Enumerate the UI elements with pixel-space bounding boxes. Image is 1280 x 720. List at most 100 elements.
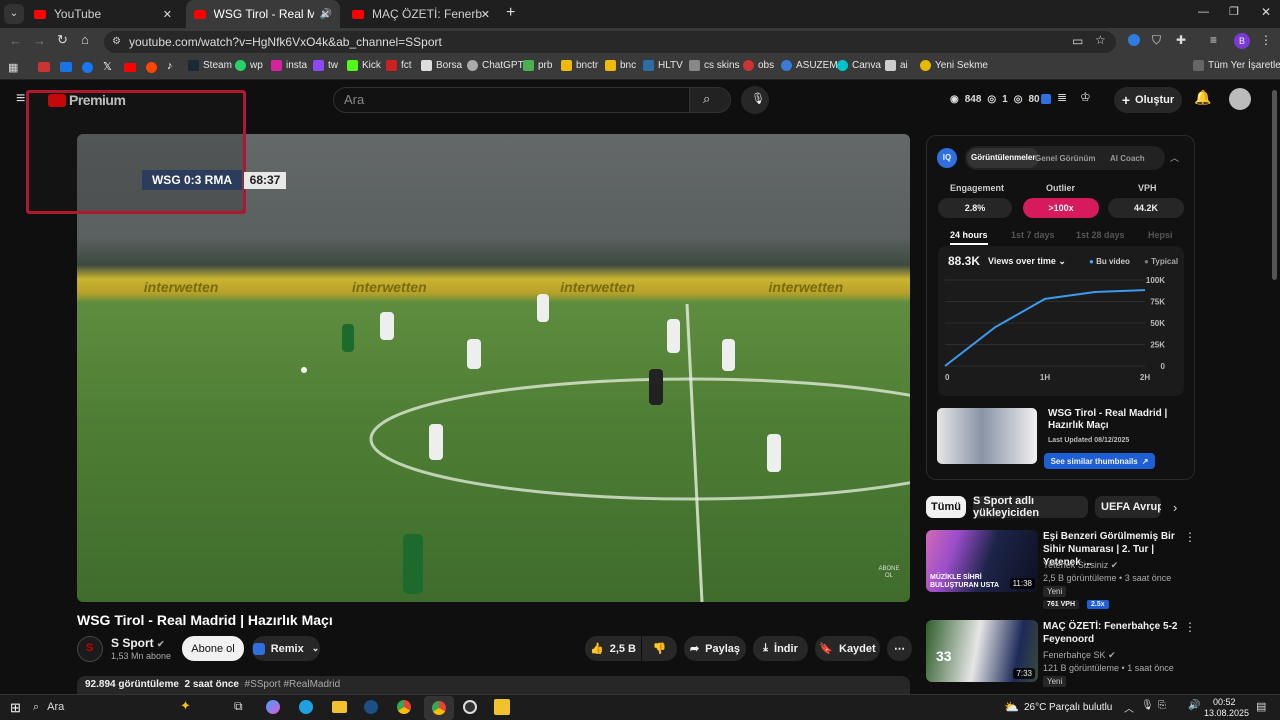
youtube-icon[interactable]: [124, 63, 136, 72]
app-icon[interactable]: [494, 699, 510, 715]
similar-video-title[interactable]: WSG Tirol - Real Madrid | Hazırlık Maçı: [1048, 408, 1183, 432]
steam-icon[interactable]: [364, 700, 378, 714]
vidiq-icon[interactable]: [1041, 94, 1051, 104]
hamburger-menu-icon[interactable]: ≡: [16, 90, 25, 108]
chip-uefa[interactable]: UEFA Avrupa: [1095, 496, 1161, 518]
like-button[interactable]: 👍 2,5 B: [585, 636, 641, 661]
close-window-icon[interactable]: ✕: [1261, 5, 1271, 19]
reddit-icon[interactable]: [146, 62, 157, 73]
new-tab-icon[interactable]: +: [506, 4, 515, 22]
subscribe-button[interactable]: Abone ol: [182, 636, 244, 661]
more-options-icon[interactable]: ⋮: [1184, 620, 1196, 634]
forward-icon[interactable]: →: [33, 33, 46, 48]
bookmark-chatgpt[interactable]: ChatGPT: [467, 60, 524, 71]
tab-search-button[interactable]: ⌄: [4, 4, 24, 24]
create-button[interactable]: + Oluştur: [1114, 87, 1182, 113]
channel-avatar[interactable]: S: [77, 636, 103, 662]
bookmark-star-icon[interactable]: ☆: [1095, 33, 1106, 47]
range-24-hours[interactable]: 24 hours: [950, 230, 988, 240]
close-tab-icon[interactable]: ✕: [321, 8, 330, 21]
outlook-icon[interactable]: [60, 62, 72, 72]
profile-avatar[interactable]: B: [1234, 33, 1250, 49]
start-icon[interactable]: ⊞: [10, 700, 21, 716]
collapse-icon[interactable]: ︿: [1170, 151, 1179, 164]
scrollbar[interactable]: [1272, 90, 1277, 280]
menu-icon[interactable]: ⋮: [1260, 33, 1272, 47]
bookmark-yeni-sekme[interactable]: Yeni Sekme: [920, 60, 988, 71]
bookmark-insta[interactable]: insta: [271, 60, 307, 71]
bookmark-kick[interactable]: Kick: [347, 60, 381, 71]
puzzle-icon[interactable]: ✚: [1176, 33, 1186, 47]
recommended-video[interactable]: 33 7:33 MAÇ ÖZETİ: Fenerbahçe 5-2 Feyeno…: [926, 620, 1196, 700]
tab-goruntulenmeler[interactable]: Görüntülenmeler: [967, 148, 1040, 168]
range-28-days[interactable]: 1st 28 days: [1076, 230, 1125, 240]
facebook-icon[interactable]: [82, 62, 93, 73]
close-tab-icon[interactable]: ✕: [163, 8, 172, 21]
bookmark-obs[interactable]: obs: [743, 60, 774, 71]
search-button[interactable]: ⌕: [689, 87, 731, 113]
apps-icon[interactable]: ▦: [8, 61, 18, 74]
remix-button[interactable]: Remix ⌄: [252, 636, 320, 661]
bookmark-hltv[interactable]: HLTV: [643, 60, 683, 71]
chevron-right-icon[interactable]: ›: [1173, 500, 1177, 515]
chip-all[interactable]: Tümü: [926, 496, 966, 518]
chrome-icon[interactable]: [397, 700, 411, 714]
trophy-icon[interactable]: ♔: [1080, 90, 1091, 104]
range-7-days[interactable]: 1st 7 days: [1011, 230, 1055, 240]
chip-s-sport[interactable]: S Sport adlı yükleyiciden: [973, 495, 1088, 519]
copilot-icon[interactable]: [266, 700, 280, 714]
tiktok-icon[interactable]: ♪: [167, 60, 173, 72]
more-options-icon[interactable]: ⋮: [1184, 530, 1196, 544]
save-button[interactable]: 🔖 Kaydet: [815, 636, 880, 661]
bookmark-asuzem[interactable]: ASUZEM: [781, 60, 838, 71]
notifications-bell-icon[interactable]: 🔔: [1194, 89, 1211, 106]
bookmark-steam[interactable]: Steam: [188, 60, 232, 71]
bookmark-tw[interactable]: tw: [313, 60, 338, 71]
tab-wsg-tirol[interactable]: WSG Tirol - Real Madrid | H 🔊 ✕: [186, 0, 340, 28]
more-actions-button[interactable]: ⋯: [887, 636, 912, 661]
install-app-icon[interactable]: ▭: [1072, 34, 1083, 48]
tab-genel-gorunum[interactable]: Genel Görünüm: [1035, 154, 1095, 163]
task-view-icon[interactable]: ⧉: [234, 699, 243, 714]
bookmark-borsa[interactable]: Borsa: [421, 60, 462, 71]
tray-chevron-icon[interactable]: ︿: [1124, 700, 1134, 715]
back-icon[interactable]: ←: [9, 33, 22, 48]
reload-icon[interactable]: ↻: [57, 32, 68, 48]
all-bookmarks[interactable]: Tüm Yer İşaretleri: [1193, 60, 1280, 71]
list-icon[interactable]: ≣: [1057, 90, 1067, 104]
voice-search-button[interactable]: 🎙: [741, 86, 769, 114]
bookmark-canva[interactable]: Canva: [837, 60, 881, 71]
tab-mac-ozeti[interactable]: MAÇ ÖZETİ: Fenerbahçe 5-2 Fe ✕: [344, 0, 500, 28]
shield-icon[interactable]: ⛉: [1152, 33, 1161, 48]
description-box[interactable]: 92.894 görüntüleme 2 saat önce #SSport #…: [77, 676, 910, 696]
bookmark-wp[interactable]: wp: [235, 60, 263, 71]
video-thumbnail[interactable]: 33 7:33: [926, 620, 1038, 682]
site-info-icon[interactable]: ⚙: [112, 31, 121, 53]
bookmark-ai[interactable]: ai: [885, 60, 908, 71]
network-icon[interactable]: ⎘: [1158, 700, 1166, 711]
search-input[interactable]: Ara: [333, 87, 690, 113]
recommended-video[interactable]: MÜZİKLE SİHRİ BULUŞTURAN USTA 11:38 Eşi …: [926, 530, 1196, 610]
address-bar[interactable]: ⚙ youtube.com/watch?v=HgNfk6VxO4k&ab_cha…: [104, 31, 1116, 53]
home-icon[interactable]: ⌂: [81, 32, 89, 47]
channel-name[interactable]: S Sport ✔: [111, 636, 165, 650]
range-all[interactable]: Hepsi: [1148, 230, 1173, 240]
obs-icon[interactable]: [463, 700, 477, 714]
chart-type-dropdown[interactable]: Views over time ⌄: [988, 256, 1066, 267]
bookmark-bnctr[interactable]: bnctr: [561, 60, 598, 71]
bookmark-bnc[interactable]: bnc: [605, 60, 636, 71]
extension-icon[interactable]: [1128, 34, 1140, 46]
similar-thumbnail[interactable]: [937, 408, 1037, 464]
bookmark-prb[interactable]: prb: [523, 60, 552, 71]
chrome-profile-icon[interactable]: [424, 696, 454, 720]
close-tab-icon[interactable]: ✕: [481, 8, 490, 21]
see-similar-thumbnails-button[interactable]: See similar thumbnails ↗: [1044, 453, 1155, 469]
media-controls-icon[interactable]: ≡: [1210, 33, 1217, 47]
bookmark-fct[interactable]: fct: [386, 60, 412, 71]
bookmark-cs-skins[interactable]: cs skins: [689, 60, 740, 71]
file-explorer-icon[interactable]: [332, 701, 347, 713]
x-icon[interactable]: 𝕏: [103, 60, 112, 73]
share-button[interactable]: ➦ Paylaş: [684, 636, 746, 661]
maximize-icon[interactable]: ❐: [1229, 5, 1239, 18]
tab-ai-coach[interactable]: AI Coach: [1110, 154, 1145, 163]
